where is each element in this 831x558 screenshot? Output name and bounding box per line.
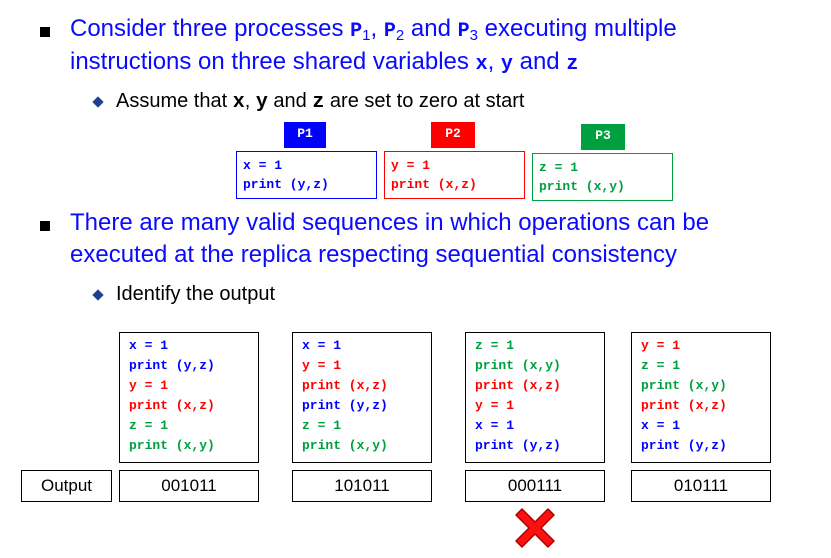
sequence-line: print (x,z)	[129, 398, 215, 413]
process-p2-box: y = 1 print (x,z)	[384, 151, 525, 199]
sequence-line: z = 1	[302, 418, 342, 433]
sequence-line: print (y,z)	[302, 398, 388, 413]
diamond-bullet-icon	[92, 289, 104, 301]
output-value-2: 101011	[292, 470, 432, 502]
output-value-3: 000111	[465, 470, 605, 502]
sequence-line: x = 1	[641, 418, 681, 433]
output-value-1: 001011	[119, 470, 259, 502]
process-p1-box: x = 1 print (y,z)	[236, 151, 377, 199]
red-x-icon	[515, 508, 555, 548]
square-bullet-icon	[40, 221, 50, 231]
sequence-line: x = 1	[475, 418, 515, 433]
sequence-line: x = 1	[302, 338, 342, 353]
sequence-line: print (x,z)	[302, 378, 388, 393]
sequence-4-box: y = 1 z = 1 print (x,y) print (x,z) x = …	[631, 332, 771, 463]
sequence-line: z = 1	[129, 418, 169, 433]
sequence-line: print (y,z)	[475, 438, 561, 453]
bullet-1-line-2: instructions on three shared variables x…	[70, 48, 579, 76]
sequence-2-box: x = 1 y = 1 print (x,z) print (y,z) z = …	[292, 332, 432, 463]
sequence-line: print (x,z)	[475, 378, 561, 393]
process-p2-line: y = 1	[391, 158, 431, 173]
process-p3-line: z = 1	[539, 160, 579, 175]
bullet-1-line-1: Consider three processes P1, P2 and P3 e…	[70, 15, 677, 44]
sequence-line: y = 1	[129, 378, 169, 393]
sequence-line: z = 1	[641, 358, 681, 373]
sub-bullet-1: Assume that x, y and z are set to zero a…	[116, 90, 525, 114]
output-label: Output	[21, 470, 112, 502]
sequence-line: print (x,z)	[641, 398, 727, 413]
process-p2-tag: P2	[431, 122, 475, 148]
square-bullet-icon	[40, 27, 50, 37]
process-p3-box: z = 1 print (x,y)	[532, 153, 673, 201]
sub-bullet-2: Identify the output	[116, 283, 276, 305]
process-p1-line: x = 1	[243, 158, 283, 173]
sequence-line: print (x,y)	[641, 378, 727, 393]
sequence-line: y = 1	[641, 338, 681, 353]
sequence-1-box: x = 1 print (y,z) y = 1 print (x,z) z = …	[119, 332, 259, 463]
sequence-line: x = 1	[129, 338, 169, 353]
sequence-line: y = 1	[302, 358, 342, 373]
output-value-4: 010111	[631, 470, 771, 502]
process-p1-line: print (y,z)	[243, 177, 329, 192]
bullet-2-line-1: There are many valid sequences in which …	[70, 209, 710, 236]
sequence-line: print (y,z)	[641, 438, 727, 453]
sequence-line: print (x,y)	[302, 438, 388, 453]
sequence-line: print (x,y)	[475, 358, 561, 373]
process-p2-line: print (x,z)	[391, 177, 477, 192]
process-p1-tag: P1	[284, 122, 326, 148]
process-p3-line: print (x,y)	[539, 179, 625, 194]
sequence-line: print (y,z)	[129, 358, 215, 373]
sequence-line: print (x,y)	[129, 438, 215, 453]
sequence-3-box: z = 1 print (x,y) print (x,z) y = 1 x = …	[465, 332, 605, 463]
bullet-2-line-2: executed at the replica respecting seque…	[70, 241, 678, 268]
process-p3-tag: P3	[581, 124, 625, 150]
sequence-line: y = 1	[475, 398, 515, 413]
sequence-line: z = 1	[475, 338, 515, 353]
diamond-bullet-icon	[92, 96, 104, 108]
